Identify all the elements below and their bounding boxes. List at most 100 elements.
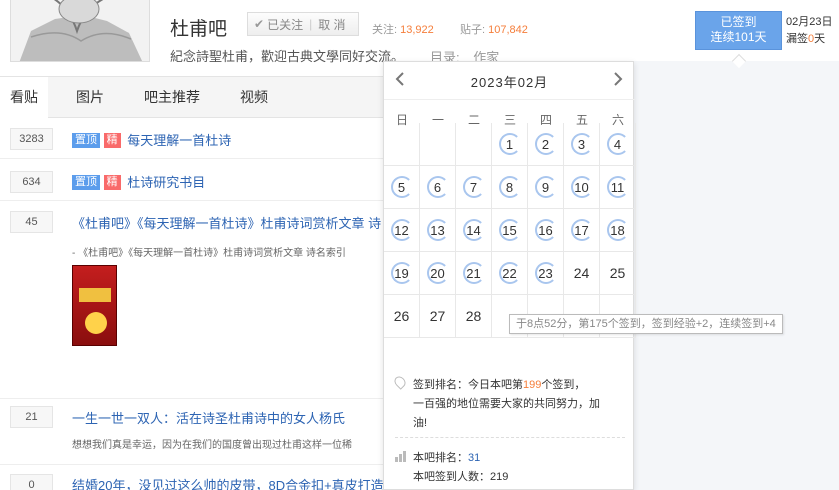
calendar-day[interactable]: 4 (600, 123, 636, 166)
calendar-day[interactable]: 27 (420, 295, 456, 338)
calendar-day[interactable]: 6 (420, 166, 456, 209)
calendar-header: 2023年02月 (384, 62, 635, 100)
calendar-day[interactable]: 23 (528, 252, 564, 295)
day-number: 18 (606, 219, 629, 241)
follow-button[interactable]: ✔ 已关注 | 取 消 (247, 12, 359, 36)
forum-rank[interactable]: 31 (468, 452, 480, 464)
post-title[interactable]: 结婚20年，没见过这么帅的皮带，8D合金扣+真皮打造 (72, 475, 384, 490)
post-stat-label: 贴子: (460, 24, 486, 36)
follow-stat-label: 关注: (372, 24, 398, 36)
day-number: 7 (462, 176, 485, 198)
unfollow-button[interactable]: 取 消 (318, 16, 345, 33)
post-title-link[interactable]: 置顶 精 杜诗研究书目 (72, 172, 205, 191)
calendar-day[interactable]: 24 (564, 252, 600, 295)
sign-status: 已签到 (720, 15, 757, 29)
calendar-day[interactable]: 13 (420, 209, 456, 252)
calendar-day[interactable]: 1 (492, 123, 528, 166)
calendar-day[interactable]: 26 (384, 295, 420, 338)
calendar-day[interactable]: 21 (456, 252, 492, 295)
calendar-day[interactable]: 18 (600, 209, 636, 252)
calendar-day[interactable]: 9 (528, 166, 564, 209)
calendar-day[interactable]: 16 (528, 209, 564, 252)
calendar-day[interactable]: 7 (456, 166, 492, 209)
post-stat: 贴子: 107,842 (460, 21, 528, 37)
day-number: 22 (498, 262, 521, 284)
post-title: 每天理解一首杜诗 (127, 133, 232, 148)
day-number: 23 (534, 262, 557, 284)
calendar-empty-cell (420, 123, 456, 166)
calendar-day[interactable]: 22 (492, 252, 528, 295)
forum-avatar[interactable] (10, 0, 150, 62)
rank-text: 签到排名：今日本吧第199个签到， 一百强的地位需要大家的共同努力，加 油! (413, 376, 613, 433)
day-number: 19 (390, 262, 413, 284)
tab-images[interactable]: 图片 (76, 77, 104, 118)
calendar-empty-cell (384, 123, 420, 166)
divider (0, 398, 383, 399)
day-number: 17 (570, 219, 593, 241)
calendar-day[interactable]: 25 (600, 252, 636, 295)
day-number: 15 (498, 219, 521, 241)
forum-sign-label: 本吧签到人数： (413, 471, 490, 483)
post-abstract: 想想我们真是幸运，因为在我们的国度曾出现过杜甫这样一位稀 (72, 440, 352, 451)
forum-rank-text: 本吧排名：31 本吧签到人数：219 (413, 449, 508, 487)
rank-suffix: 个签到， (541, 379, 586, 391)
calendar-day[interactable]: 5 (384, 166, 420, 209)
calendar-day[interactable]: 28 (456, 295, 492, 338)
calendar-day[interactable]: 11 (600, 166, 636, 209)
sign-in-button[interactable]: 已签到 连续101天 (695, 11, 782, 50)
rank-prefix: 签到排名：今日本吧第 (413, 379, 523, 391)
featured-badge: 精 (103, 175, 121, 190)
day-number: 9 (534, 176, 557, 198)
calendar-day[interactable]: 12 (384, 209, 420, 252)
sign-tooltip: 于8点52分，第175个签到，签到经验+2，连续签到+4 (509, 314, 783, 334)
bar-chart-icon (395, 451, 407, 462)
dashed-divider (395, 437, 625, 438)
reply-count: 45 (10, 211, 53, 233)
divider (0, 200, 383, 201)
rank-line3: 油! (413, 417, 428, 429)
missed-days: 漏签0天 (786, 31, 832, 48)
day-number: 11 (606, 176, 629, 198)
day-number: 1 (498, 133, 521, 155)
day-number: 26 (393, 308, 410, 324)
day-number: 14 (462, 219, 485, 241)
day-number: 8 (498, 176, 521, 198)
day-number: 6 (426, 176, 449, 198)
post-title[interactable]: 一生一世一双人：活在诗圣杜甫诗中的女人杨氏 (72, 408, 345, 427)
post-title[interactable]: 《杜甫吧》《每天理解一首杜诗》杜甫诗词赏析文章 诗 (72, 213, 381, 232)
tab-posts[interactable]: 看贴 (0, 77, 48, 118)
reply-count: 3283 (10, 128, 53, 150)
calendar-day[interactable]: 2 (528, 123, 564, 166)
calendar-day[interactable]: 20 (420, 252, 456, 295)
tab-recommended[interactable]: 吧主推荐 (144, 77, 200, 118)
reply-count: 0 (10, 474, 53, 490)
forum-name[interactable]: 杜甫吧 (170, 14, 227, 41)
calendar-empty-cell (456, 123, 492, 166)
rank-line2: 一百强的地位需要大家的共同努力，加 (413, 398, 600, 410)
day-number: 12 (390, 219, 413, 241)
forum-rank-label: 本吧排名： (413, 452, 468, 464)
day-number: 27 (429, 308, 446, 324)
calendar-day[interactable]: 10 (564, 166, 600, 209)
calendar-day[interactable]: 15 (492, 209, 528, 252)
day-number: 16 (534, 219, 557, 241)
follow-stat: 关注: 13,922 (372, 21, 434, 37)
separator: | (309, 17, 313, 31)
calendar-day[interactable]: 14 (456, 209, 492, 252)
post-thumbnail[interactable] (72, 265, 117, 346)
calendar-day[interactable]: 3 (564, 123, 600, 166)
chevron-right-icon[interactable] (610, 71, 626, 92)
day-number: 28 (465, 308, 482, 324)
forum-page: 杜甫吧 ✔ 已关注 | 取 消 关注: 13,922 贴子: 107,842 紀… (0, 0, 839, 490)
post-title-link[interactable]: 置顶 精 每天理解一首杜诗 (72, 130, 231, 149)
portrait-image (11, 0, 149, 61)
reply-count: 21 (10, 406, 53, 428)
calendar-month: 2023年02月 (470, 75, 549, 90)
day-number: 13 (426, 219, 449, 241)
day-number: 20 (426, 262, 449, 284)
reply-count: 634 (10, 171, 53, 193)
calendar-day[interactable]: 19 (384, 252, 420, 295)
calendar-day[interactable]: 17 (564, 209, 600, 252)
calendar-day[interactable]: 8 (492, 166, 528, 209)
tab-videos[interactable]: 视频 (240, 77, 268, 118)
